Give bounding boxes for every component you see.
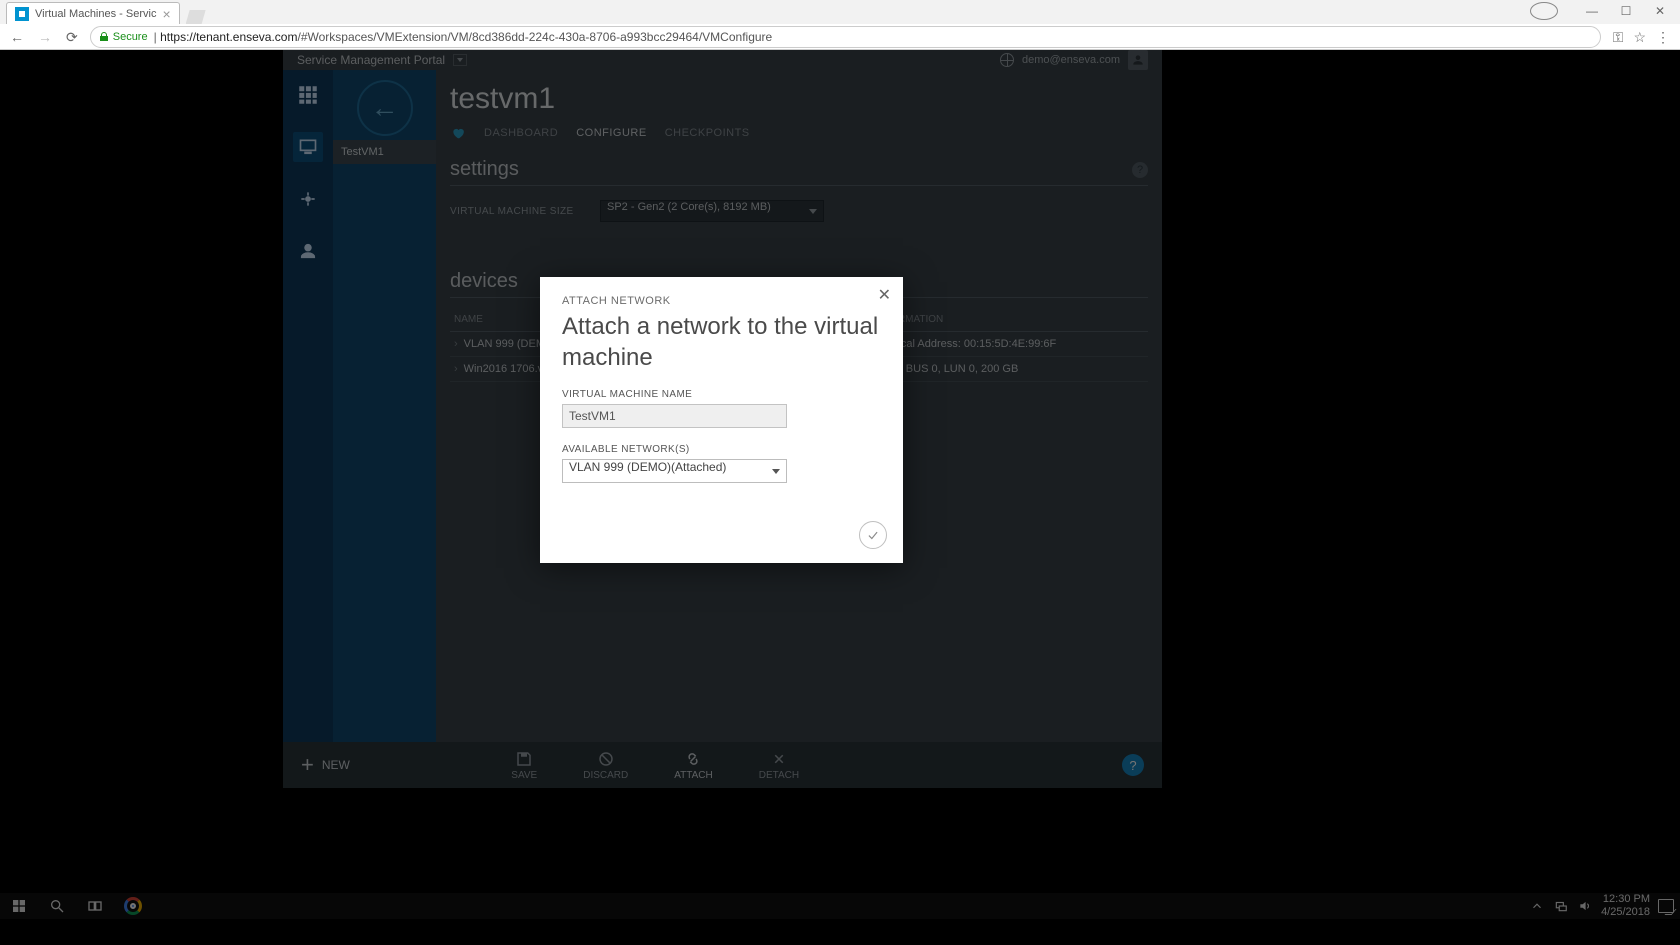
available-networks-select[interactable]: VLAN 999 (DEMO)(Attached) (562, 459, 787, 483)
modal-close-icon[interactable]: ✕ (878, 285, 891, 305)
tab-close-icon[interactable]: × (162, 7, 170, 21)
close-window-button[interactable]: ✕ (1646, 4, 1674, 18)
confirm-button[interactable] (859, 521, 887, 549)
tab-favicon-icon (15, 7, 29, 21)
vm-name-label: VIRTUAL MACHINE NAME (562, 389, 881, 400)
star-icon[interactable]: ☆ (1633, 29, 1646, 46)
page-viewport: Service Management Portal demo@enseva.co… (0, 50, 1680, 919)
url-host: https://tenant.enseva.com (160, 30, 297, 44)
tab-strip: Virtual Machines - Servic × — ☐ ✕ (0, 0, 1680, 24)
back-button[interactable]: ← (10, 29, 24, 46)
browser-tab[interactable]: Virtual Machines - Servic × (6, 2, 180, 24)
url-path: /#Workspaces/VMExtension/VM/8cd386dd-224… (297, 30, 772, 44)
available-networks-label: AVAILABLE NETWORK(S) (562, 444, 881, 455)
attach-network-modal: ✕ ATTACH NETWORK Attach a network to the… (540, 277, 903, 563)
browser-chrome: Virtual Machines - Servic × — ☐ ✕ ← → ⟳ … (0, 0, 1680, 50)
menu-icon[interactable]: ⋮ (1656, 29, 1670, 46)
reload-button[interactable]: ⟳ (66, 29, 78, 46)
forward-button[interactable]: → (38, 29, 52, 46)
check-icon (866, 528, 880, 542)
address-bar: ← → ⟳ Secure | https://tenant.enseva.com… (0, 24, 1680, 50)
new-tab-button[interactable] (186, 10, 206, 24)
minimize-button[interactable]: — (1578, 4, 1606, 18)
secure-indicator: Secure (99, 31, 148, 43)
profile-icon[interactable] (1530, 2, 1558, 20)
url-field[interactable]: Secure | https://tenant.enseva.com /#Wor… (90, 26, 1601, 48)
vm-name-input[interactable] (562, 404, 787, 428)
key-icon[interactable]: ⚿ (1613, 29, 1624, 46)
nav-buttons: ← → ⟳ (10, 29, 78, 46)
lock-icon (99, 32, 109, 42)
modal-eyebrow: ATTACH NETWORK (562, 295, 881, 307)
modal-title: Attach a network to the virtual machine (562, 311, 881, 373)
tab-title: Virtual Machines - Servic (35, 8, 156, 20)
maximize-button[interactable]: ☐ (1612, 4, 1640, 18)
window-controls: — ☐ ✕ (1530, 2, 1674, 20)
